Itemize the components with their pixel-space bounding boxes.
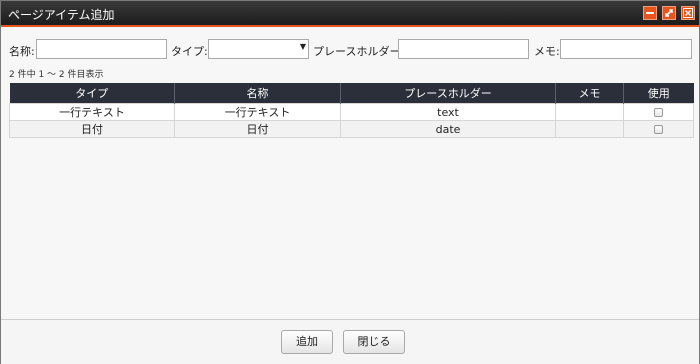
type-filter-label: タイプ: xyxy=(171,45,208,58)
dialog-title: ページアイテム追加 xyxy=(8,8,115,22)
cell-use xyxy=(623,120,694,138)
page-item-add-dialog: ページアイテム追加 名称: タイプ: ▼ プレースホルダー: メモ: 2 件中 … xyxy=(0,0,700,364)
table-row[interactable]: 一行テキスト 一行テキスト text xyxy=(9,103,694,121)
cell-name: 日付 xyxy=(174,120,341,138)
cell-type: 一行テキスト xyxy=(9,103,175,121)
table-header-row: タイプ 名称 プレースホルダー メモ 使用 xyxy=(9,83,694,104)
maximize-icon[interactable] xyxy=(662,6,676,20)
placeholder-filter-label: プレースホルダー: xyxy=(313,45,405,58)
table-row[interactable]: 日付 日付 date xyxy=(9,120,694,138)
cell-memo xyxy=(555,120,624,138)
cell-placeholder: date xyxy=(340,120,556,138)
name-filter-input[interactable] xyxy=(36,39,167,59)
title-bar: ページアイテム追加 xyxy=(1,1,699,27)
memo-filter-label: メモ: xyxy=(534,45,560,58)
memo-filter-input[interactable] xyxy=(560,39,692,59)
use-checkbox[interactable] xyxy=(654,108,663,117)
cell-memo xyxy=(555,103,624,121)
placeholder-filter-input[interactable] xyxy=(398,39,529,59)
column-header-placeholder[interactable]: プレースホルダー xyxy=(340,83,556,104)
minimize-icon[interactable] xyxy=(643,6,657,20)
name-filter-label: 名称: xyxy=(9,45,35,58)
column-header-memo[interactable]: メモ xyxy=(555,83,624,104)
add-button[interactable]: 追加 xyxy=(281,330,333,354)
cell-name: 一行テキスト xyxy=(174,103,341,121)
close-icon[interactable] xyxy=(681,6,695,20)
cell-type: 日付 xyxy=(9,120,175,138)
cell-placeholder: text xyxy=(340,103,556,121)
chevron-down-icon: ▼ xyxy=(299,42,306,51)
result-count: 2 件中 1 ～ 2 件目表示 xyxy=(9,70,104,80)
dialog-footer: 追加 閉じる xyxy=(1,319,699,364)
column-header-use[interactable]: 使用 xyxy=(623,83,694,104)
use-checkbox[interactable] xyxy=(654,125,663,134)
page-item-table: タイプ 名称 プレースホルダー メモ 使用 一行テキスト 一行テキスト text… xyxy=(9,83,694,138)
type-filter-select[interactable]: ▼ xyxy=(208,39,309,59)
column-header-type[interactable]: タイプ xyxy=(9,83,175,104)
column-header-name[interactable]: 名称 xyxy=(174,83,341,104)
cell-use xyxy=(623,103,694,121)
close-button[interactable]: 閉じる xyxy=(343,330,405,354)
